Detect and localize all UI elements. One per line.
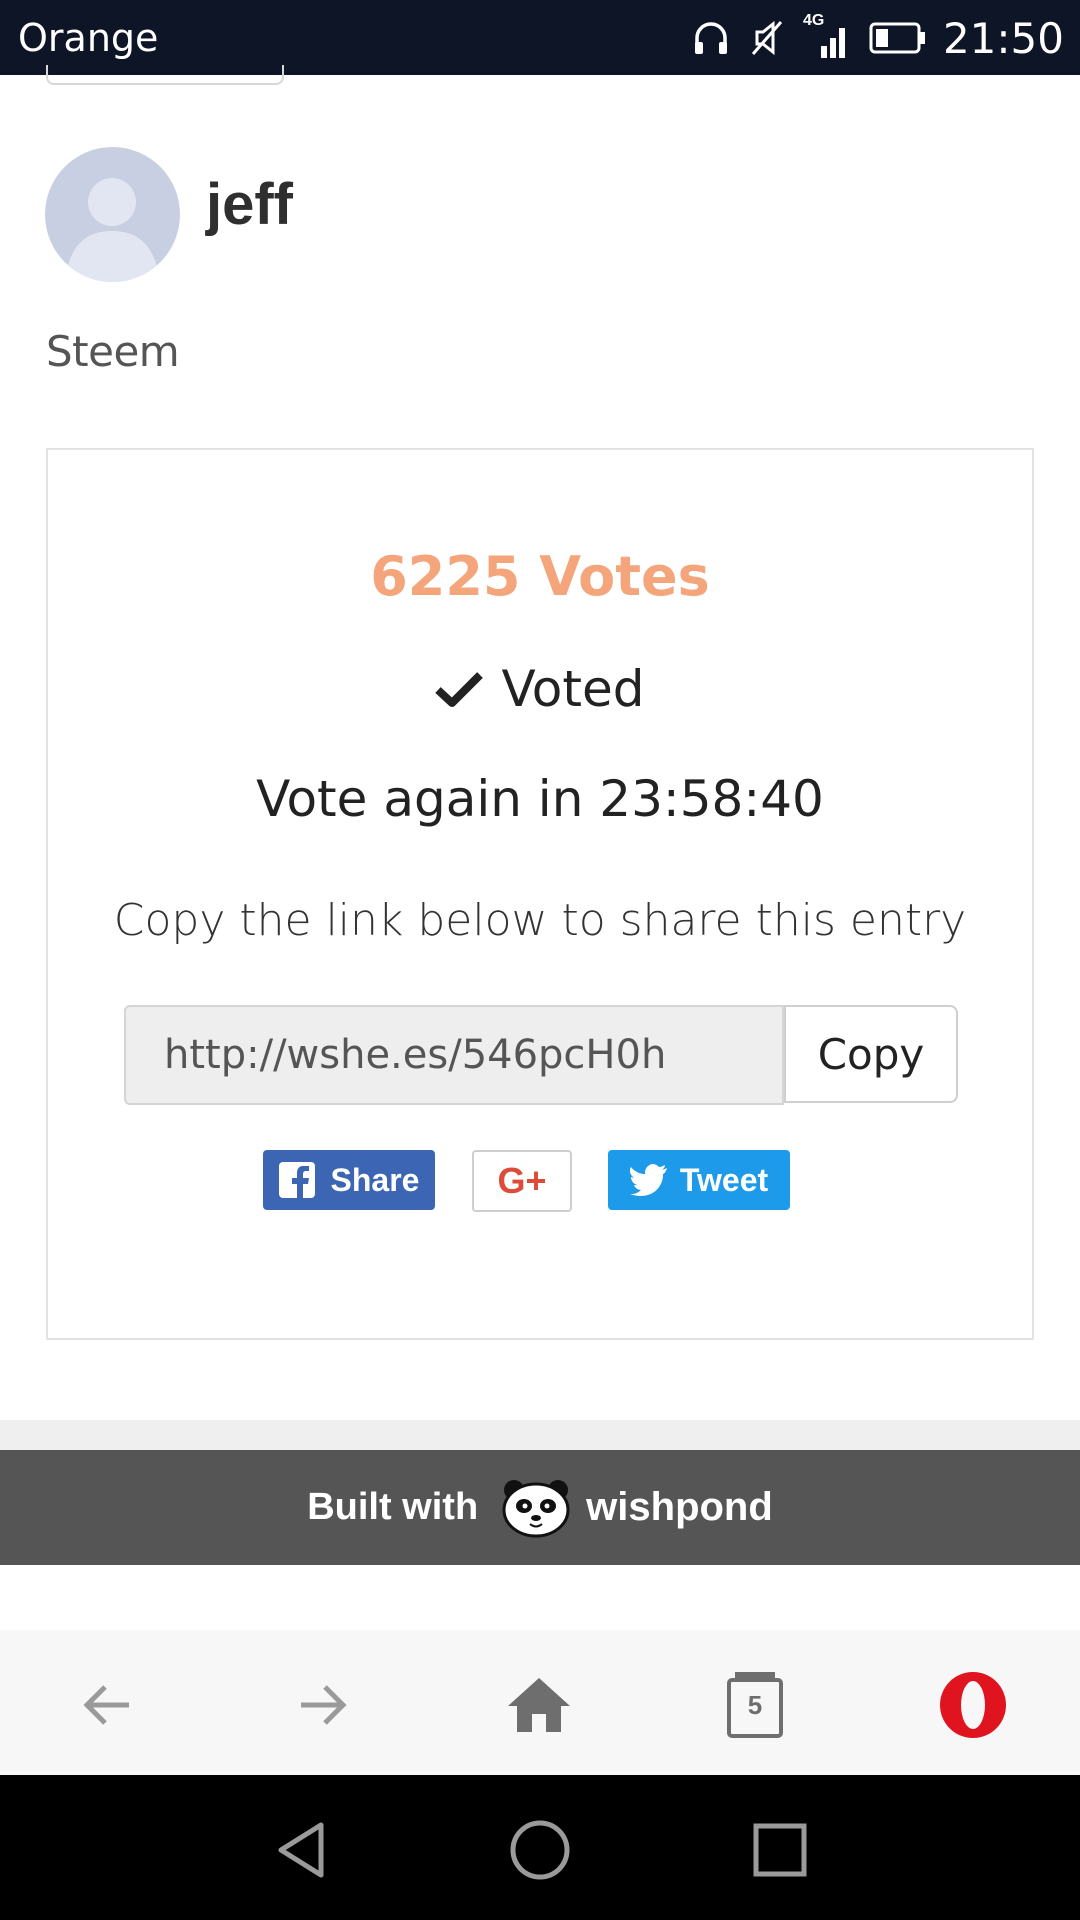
share-link-field[interactable]: http://wshe.es/546pcH0h xyxy=(124,1005,784,1105)
copy-button[interactable]: Copy xyxy=(784,1005,958,1103)
back-arrow-icon xyxy=(83,1685,129,1725)
browser-toolbar: 5 xyxy=(0,1630,1080,1775)
opera-logo-icon xyxy=(940,1672,1006,1738)
wishpond-brand: wishpond xyxy=(586,1485,773,1529)
page-content: jeff Steem 6225 Votes Voted Vote again i… xyxy=(0,65,1080,1495)
vote-countdown: Vote again in 23:58:40 xyxy=(256,770,824,828)
carrier-name: Orange xyxy=(18,16,159,60)
signal-icon: 4G xyxy=(803,12,851,60)
headphones-icon xyxy=(691,18,731,58)
circle-home-icon xyxy=(510,1820,570,1880)
mute-icon xyxy=(749,18,785,58)
status-bar: Orange 4G 21:50 xyxy=(0,0,1080,75)
voted-label: Voted xyxy=(501,660,645,718)
tweet-label: Tweet xyxy=(679,1161,769,1198)
entry-category: Steem xyxy=(46,327,180,376)
twitter-bird-icon xyxy=(629,1164,667,1196)
battery-icon xyxy=(869,21,927,55)
forward-arrow-icon xyxy=(301,1685,347,1725)
facebook-icon xyxy=(278,1162,315,1198)
voted-status: Voted xyxy=(48,660,1032,718)
google-plus-button[interactable]: G+ xyxy=(472,1150,572,1212)
facebook-share-label: Share xyxy=(330,1161,420,1198)
system-recents-button[interactable] xyxy=(745,1815,815,1885)
checkmark-icon xyxy=(435,672,484,707)
social-buttons: Share G+ Tweet xyxy=(48,1150,1032,1212)
back-button[interactable] xyxy=(62,1660,152,1750)
previous-button-remnant[interactable] xyxy=(46,65,284,85)
home-button[interactable] xyxy=(494,1660,584,1750)
share-link-row: http://wshe.es/546pcH0h Copy xyxy=(124,1005,958,1105)
avatar-placeholder-icon xyxy=(65,178,160,282)
home-icon xyxy=(508,1678,570,1732)
system-navigation-bar xyxy=(0,1775,1080,1920)
tab-count: 5 xyxy=(747,1690,763,1720)
facebook-share-button[interactable]: Share xyxy=(263,1150,435,1210)
system-home-button[interactable] xyxy=(505,1815,575,1885)
system-back-button[interactable] xyxy=(266,1815,336,1885)
entry-username: jeff xyxy=(206,172,293,237)
wishpond-footer[interactable]: Built with wishpond xyxy=(0,1450,1080,1565)
triangle-back-icon xyxy=(278,1822,324,1878)
square-recents-icon xyxy=(753,1823,807,1877)
google-plus-icon: G+ xyxy=(497,1160,547,1201)
avatar xyxy=(45,147,180,282)
network-type-label: 4G xyxy=(802,12,825,29)
tweet-button[interactable]: Tweet xyxy=(608,1150,790,1210)
status-icons: 4G 21:50 xyxy=(673,12,1064,64)
forward-button[interactable] xyxy=(278,1660,368,1750)
share-prompt: Copy the link below to share this entry xyxy=(113,895,967,946)
tabs-button[interactable]: 5 xyxy=(710,1660,800,1750)
page-separator xyxy=(0,1420,1080,1450)
clock: 21:50 xyxy=(942,13,1064,63)
opera-menu-button[interactable] xyxy=(928,1660,1018,1750)
panda-logo-icon xyxy=(502,1479,570,1537)
built-with-label: Built with xyxy=(307,1486,479,1528)
vote-panel: 6225 Votes Voted Vote again in 23:58:40 … xyxy=(46,448,1034,1340)
vote-count: 6225 Votes xyxy=(370,545,710,608)
